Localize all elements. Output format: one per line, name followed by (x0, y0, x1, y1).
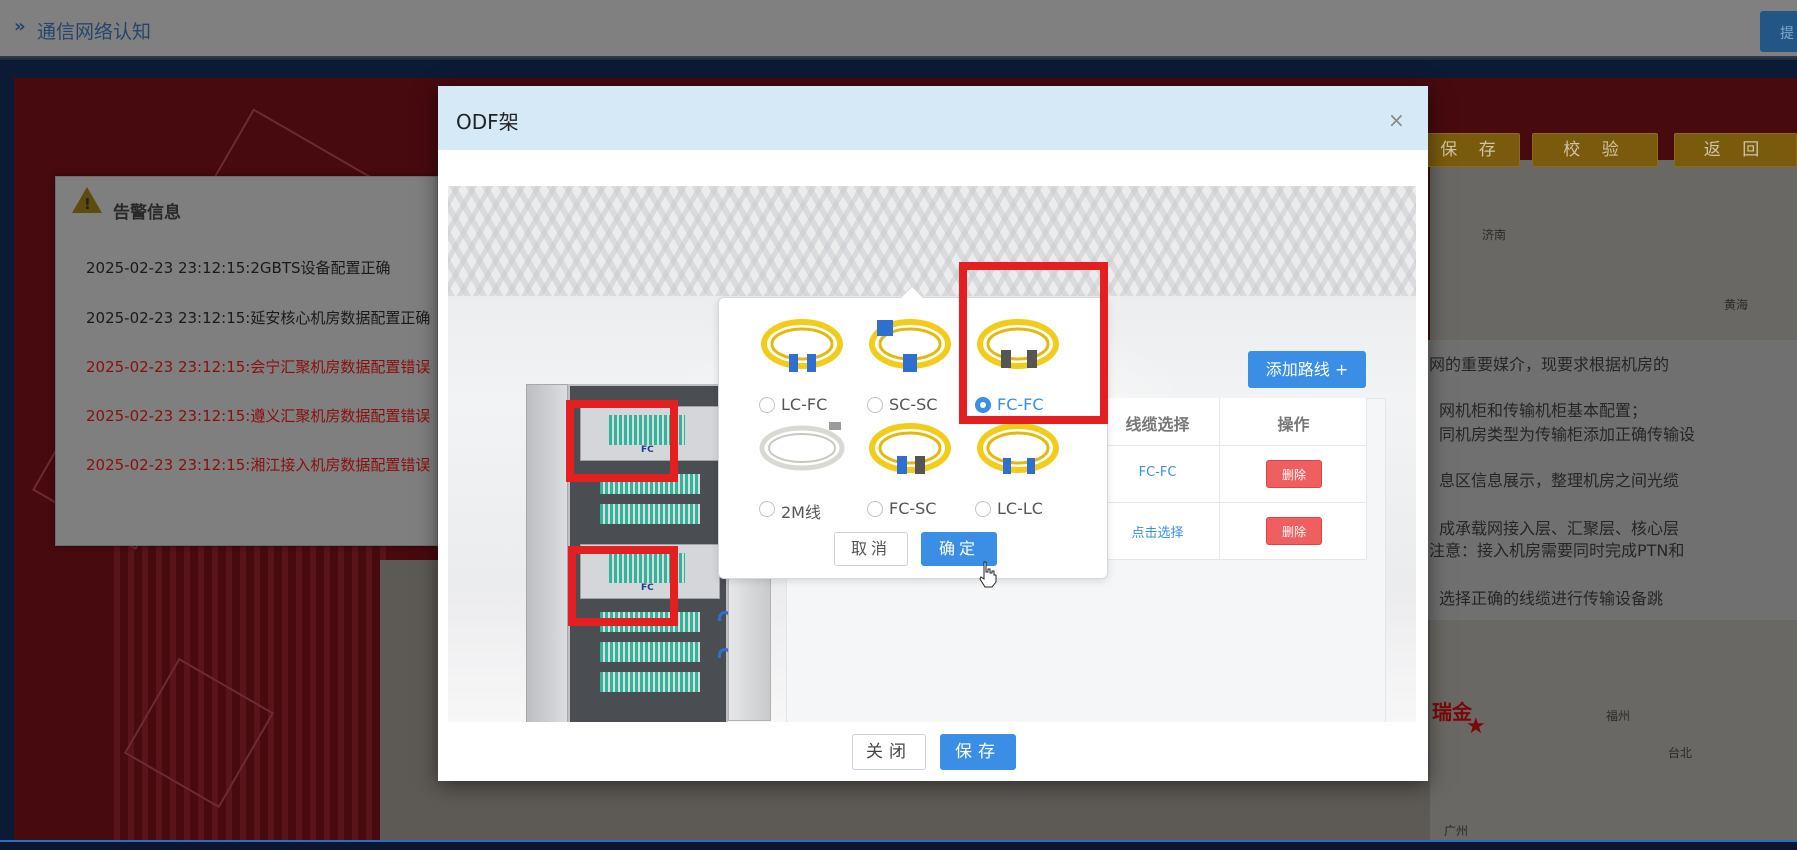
task-line: 选择正确的线缆进行传输设备跳 (1439, 589, 1664, 608)
alarm-log-entry: 2025-02-23 23:12:15:2GBTS设备配置正确 (86, 259, 391, 277)
radio-button[interactable] (975, 501, 991, 517)
fiber-cable-icon (869, 423, 951, 474)
fiber-cable-icon (761, 319, 843, 372)
task-line: 息区信息展示，整理机房之间光缆 (1439, 471, 1680, 490)
footer-bar (0, 840, 1797, 850)
map-label-fuzhou: 福州 (1606, 709, 1631, 723)
2m-cable-icon (759, 422, 845, 471)
task-line: 网的重要媒介，现要求根据机房的 (1429, 355, 1670, 374)
dialog-close-button[interactable]: 关闭 (852, 734, 926, 770)
column-header-action: 操作 (1277, 415, 1310, 434)
close-icon[interactable]: × (1388, 110, 1405, 130)
task-line: 同机房类型为传输柜添加正确传输设 (1439, 425, 1696, 444)
map-label-sea: 黄海 (1724, 298, 1749, 312)
alarm-log-entry: 2025-02-23 23:12:15:会宁汇聚机房数据配置错误 (86, 358, 431, 376)
cable-option-label: LC-FC (781, 395, 828, 414)
highlight-box (959, 262, 1108, 424)
page-title: 通信网络认知 (37, 21, 152, 43)
column-header-cable: 线缆选择 (1125, 415, 1190, 434)
cable-select-link[interactable]: FC-FC (1095, 465, 1220, 480)
cable-option-label: SC-SC (889, 395, 938, 414)
cable-option-label: 2M线 (781, 503, 821, 522)
task-line: 成承载网接入层、汇聚层、核心层 (1439, 519, 1680, 538)
header-submit-button[interactable]: 提 (1760, 11, 1797, 52)
cable-option-2m[interactable]: 2M线 (739, 418, 849, 522)
cable-option-sc-sc[interactable]: SC-SC (847, 314, 957, 414)
delete-row-button[interactable]: 删除 (1266, 460, 1322, 488)
radio-button[interactable] (759, 397, 775, 413)
warning-icon: ! (72, 187, 102, 213)
map-star-icon: ★ (1466, 714, 1486, 739)
alarm-log-entry: 2025-02-23 23:12:15:延安核心机房数据配置正确 (86, 309, 431, 327)
bg-back-button[interactable]: 返 回 (1674, 133, 1797, 167)
dialog-header: ODF架 × (438, 86, 1428, 150)
task-description-panel: 网的重要媒介，现要求根据机房的 网机柜和传输机柜基本配置； 同机房类型为传输柜添… (1427, 340, 1797, 620)
delete-row-button[interactable]: 删除 (1266, 517, 1322, 545)
radio-button[interactable] (867, 501, 883, 517)
cable-option-fc-sc[interactable]: FC-SC (847, 418, 957, 518)
task-line: 注意：接入机房需要同时完成PTN和 (1429, 541, 1685, 560)
alarm-log-entry: 2025-02-23 23:12:15:湘江接入机房数据配置错误 (86, 456, 431, 474)
cable-select-link[interactable]: 点击选择 (1095, 522, 1220, 541)
dialog-title: ODF架 (456, 110, 519, 134)
radio-button[interactable] (759, 501, 775, 517)
popover-cancel-button[interactable]: 取消 (834, 532, 908, 566)
double-chevron-icon: » (14, 16, 26, 37)
dialog-save-button[interactable]: 保存 (940, 734, 1016, 770)
highlight-box (568, 546, 678, 626)
cable-option-label: FC-SC (889, 499, 937, 518)
odf-rack-dialog: ODF架 × FC FC 添加路线 + 线缆选择 操作 FC-FC 删除 点击选… (438, 86, 1428, 781)
cable-option-lc-fc[interactable]: LC-FC (739, 314, 849, 414)
map-label-taibei: 台北 (1668, 746, 1693, 760)
hand-cursor-icon (979, 561, 997, 588)
radio-button[interactable] (867, 397, 883, 413)
map-label-jinan: 济南 (1482, 228, 1507, 242)
alarm-title: 告警信息 (113, 203, 181, 223)
cable-option-label: LC-LC (997, 499, 1043, 518)
bg-save-button[interactable]: 保 存 (1424, 133, 1520, 167)
alarm-log-entry: 2025-02-23 23:12:15:遵义汇聚机房数据配置错误 (86, 407, 431, 425)
fiber-cable-icon (869, 319, 951, 372)
bg-verify-button[interactable]: 校 验 (1532, 133, 1658, 167)
highlight-box (566, 400, 678, 482)
cable-option-lc-lc[interactable]: LC-LC (955, 418, 1065, 518)
top-bar: » 通信网络认知 提 (0, 0, 1797, 58)
add-route-button[interactable]: 添加路线 + (1248, 351, 1366, 388)
alarm-panel: ! 告警信息 2025-02-23 23:12:15:2GBTS设备配置正确 2… (55, 176, 438, 546)
task-line: 网机柜和传输机柜基本配置； (1439, 401, 1648, 420)
map-label-guangzhou: 广州 (1444, 824, 1469, 838)
fiber-cable-icon (977, 423, 1059, 474)
